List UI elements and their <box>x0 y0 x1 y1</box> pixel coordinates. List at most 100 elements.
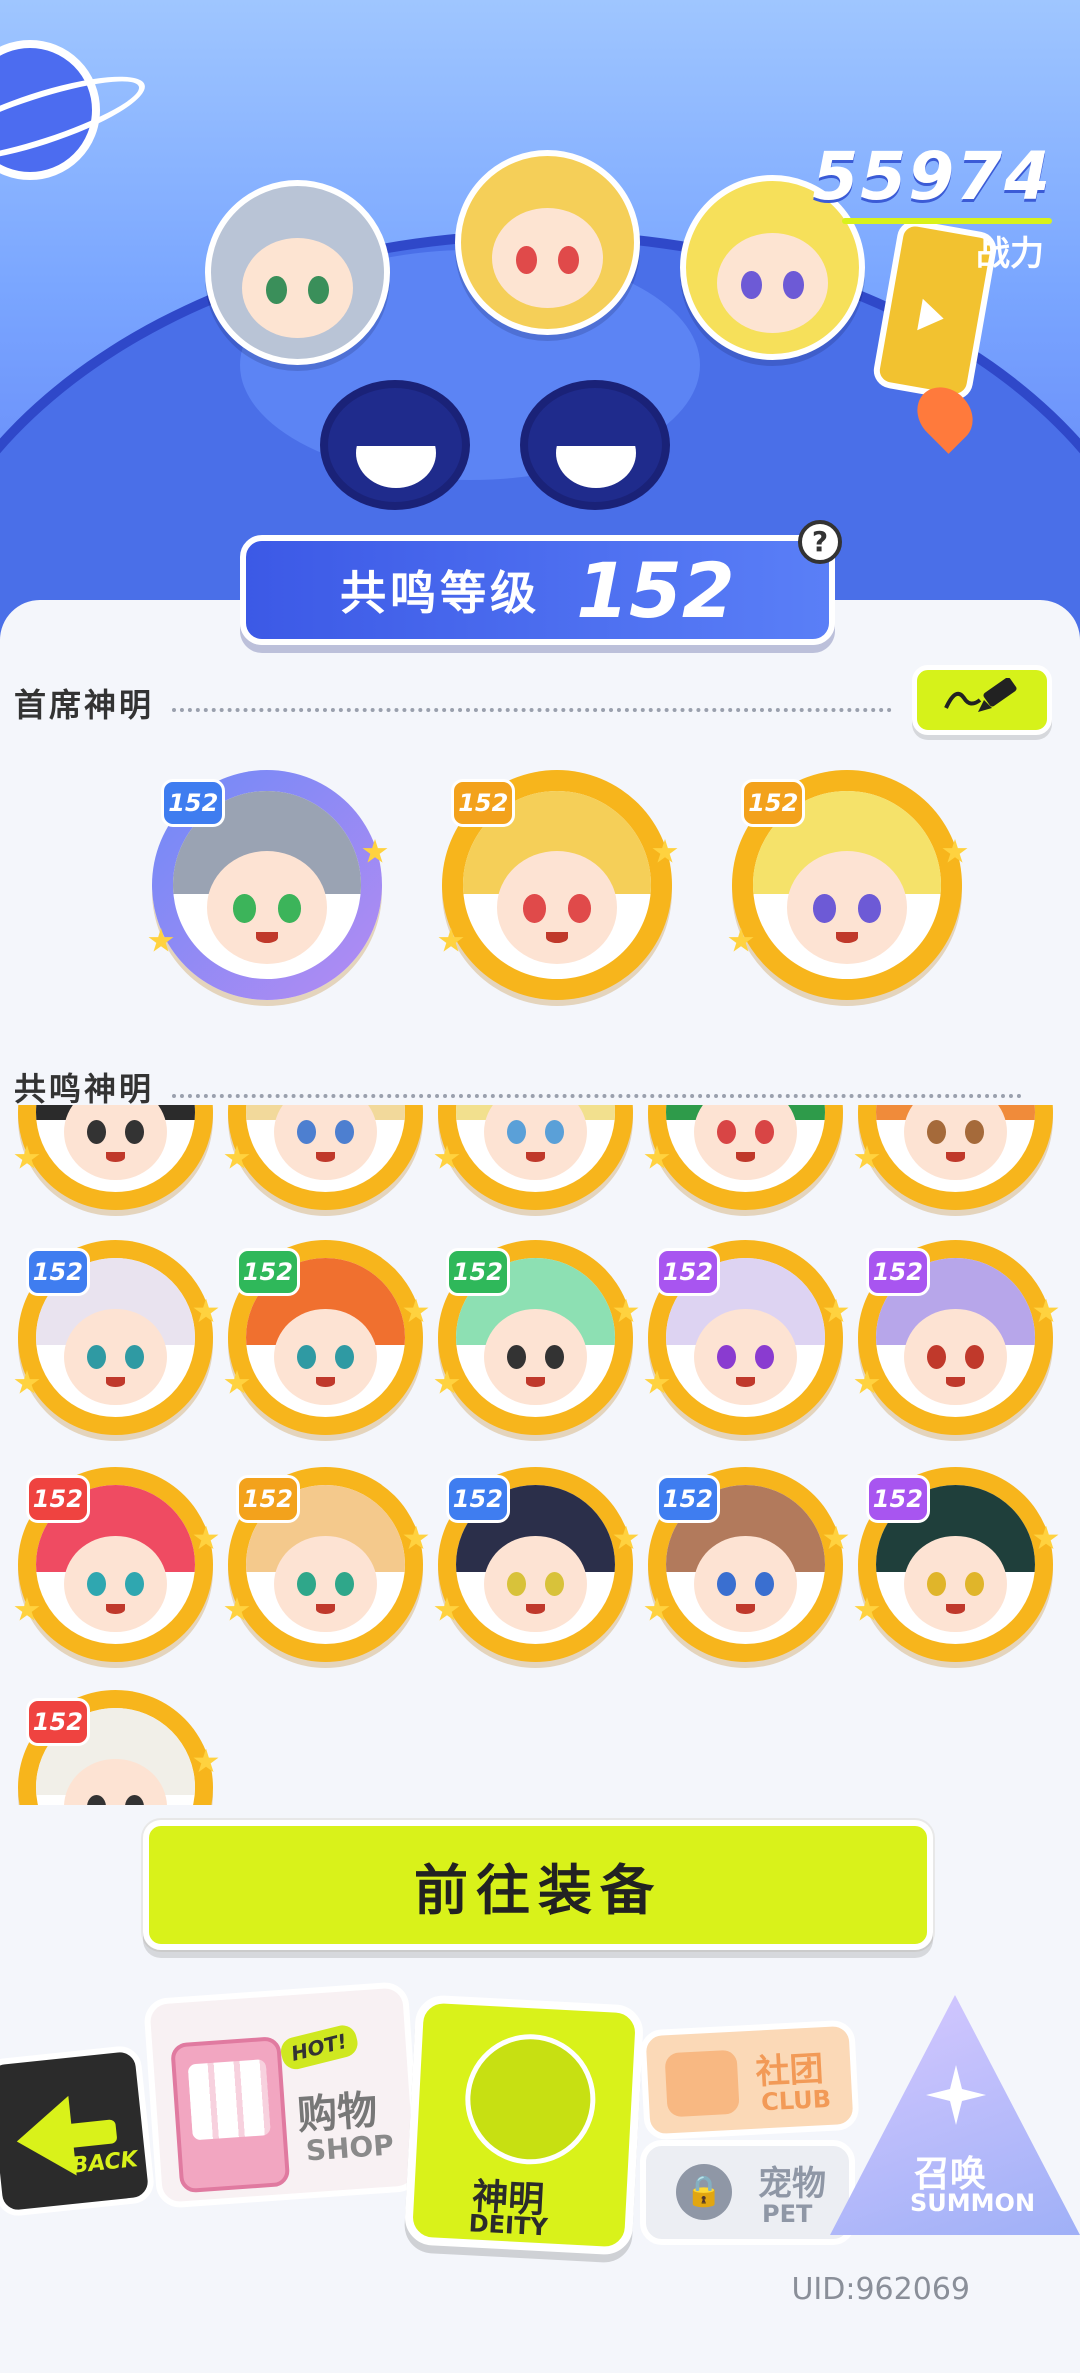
resonant-deity-portrait[interactable] <box>434 1105 633 1210</box>
level-badge: 152 <box>445 1474 510 1523</box>
nav-deity[interactable]: 神明 DEITY <box>403 1994 645 2256</box>
back-button[interactable]: BACK <box>0 2044 156 2218</box>
star-icon <box>613 1298 639 1323</box>
star-icon <box>14 1597 40 1621</box>
star-icon <box>652 839 678 863</box>
combat-power-label: 战力 <box>976 234 1044 274</box>
resonant-deity-portrait[interactable]: 152 <box>854 1240 1059 1435</box>
lead-divider <box>172 708 892 712</box>
level-badge: 152 <box>25 1697 90 1746</box>
edit-team-button[interactable] <box>912 665 1052 735</box>
star-icon <box>942 839 968 863</box>
star-icon <box>224 1145 250 1169</box>
star-icon <box>434 1597 460 1621</box>
star-icon <box>1033 1298 1059 1323</box>
level-badge: 152 <box>741 779 806 828</box>
resonant-deity-portrait[interactable]: 152 <box>14 1240 219 1435</box>
star-icon <box>14 1370 40 1394</box>
back-label: BACK <box>70 2147 139 2179</box>
club-bag-icon <box>664 2049 740 2118</box>
resonant-deities-title: 共鸣神明 <box>14 1070 155 1108</box>
resonance-level-banner: 共鸣等级 152 <box>240 535 835 645</box>
resonant-deity-portrait[interactable]: 152 <box>644 1467 849 1662</box>
hot-badge: HOT! <box>278 2022 361 2073</box>
lead-deity-portrait[interactable]: 152 <box>728 770 968 1000</box>
resonant-deity-portrait[interactable]: 152 <box>18 1690 219 1805</box>
star-icon <box>403 1525 429 1550</box>
resonant-deity-portrait[interactable]: 152 <box>644 1240 849 1435</box>
nav-deity-label-en: DEITY <box>468 2209 549 2242</box>
star-icon <box>854 1597 880 1621</box>
star-icon <box>193 1525 219 1550</box>
star-icon <box>823 1298 849 1323</box>
lead-deities-title: 首席神明 <box>14 686 155 724</box>
nav-shop[interactable]: HOT! 购物 SHOP <box>142 1981 423 2209</box>
star-icon <box>728 928 754 952</box>
resonant-deity-portrait[interactable]: 152 <box>434 1240 639 1435</box>
nav-pet-label-en: PET <box>762 2200 813 2228</box>
level-badge: 152 <box>235 1247 300 1296</box>
resonant-deity-portrait[interactable]: 152 <box>224 1240 429 1435</box>
resonant-deity-portrait[interactable]: 152 <box>224 1467 429 1662</box>
star-icon <box>854 1370 880 1394</box>
resonant-deity-portrait[interactable]: 152 <box>854 1467 1059 1662</box>
team-character-1[interactable] <box>205 180 390 365</box>
star-icon <box>644 1597 670 1621</box>
star-icon <box>644 1370 670 1394</box>
star-icon <box>14 1145 40 1169</box>
globe-eye-right <box>520 380 670 510</box>
go-to-equipment-button[interactable]: 前往装备 <box>143 1820 933 1950</box>
resonance-level-value: 152 <box>576 545 735 635</box>
star-icon <box>434 1145 460 1169</box>
star-icon <box>823 1525 849 1550</box>
star-icon <box>224 1370 250 1394</box>
star-icon <box>224 1597 250 1621</box>
team-character-2[interactable] <box>455 150 640 335</box>
star-icon <box>854 1145 880 1169</box>
level-badge: 152 <box>865 1247 930 1296</box>
level-badge: 152 <box>25 1474 90 1523</box>
level-badge: 152 <box>865 1474 930 1523</box>
resonant-deity-portrait[interactable] <box>644 1105 843 1210</box>
resonant-deity-portrait[interactable]: 152 <box>434 1467 639 1662</box>
level-badge: 152 <box>25 1247 90 1296</box>
help-icon[interactable]: ? <box>798 520 842 564</box>
nav-summon-label-en: SUMMON <box>910 2189 1036 2217</box>
star-icon <box>434 1370 460 1394</box>
level-badge: 152 <box>451 779 516 828</box>
level-badge: 152 <box>655 1247 720 1296</box>
level-badge: 152 <box>445 1247 510 1296</box>
star-icon <box>644 1145 670 1169</box>
level-badge: 152 <box>161 779 226 828</box>
star-icon <box>403 1298 429 1323</box>
star-icon <box>438 928 464 952</box>
user-id: UID:962069 <box>791 2272 970 2307</box>
planet-icon <box>0 40 100 180</box>
lock-icon: 🔒 <box>676 2164 732 2220</box>
nav-summon[interactable]: 召唤 SUMMON <box>830 1995 1080 2235</box>
deity-character-icon <box>462 2030 599 2168</box>
resonant-deity-portrait[interactable] <box>224 1105 423 1210</box>
combat-power-underline <box>842 218 1052 224</box>
lead-deity-portrait[interactable]: 152 <box>438 770 678 1000</box>
pencil-icon <box>944 678 1017 712</box>
star-icon <box>193 1748 219 1773</box>
star-icon <box>148 928 174 952</box>
nav-pet-label: 宠物 <box>758 2164 826 2204</box>
resonant-deity-portrait[interactable] <box>854 1105 1053 1210</box>
level-badge: 152 <box>235 1474 300 1523</box>
resonance-level-label: 共鸣等级 <box>340 566 541 620</box>
lead-deity-portrait[interactable]: 152 <box>148 770 388 1000</box>
nav-pet[interactable]: 🔒 宠物 PET <box>640 2140 855 2245</box>
resonant-divider <box>172 1094 1022 1098</box>
nav-shop-label-en: SHOP <box>304 2128 395 2168</box>
resonant-deity-portrait[interactable]: 152 <box>14 1467 219 1662</box>
vending-machine-icon <box>170 2036 291 2194</box>
globe-eye-left <box>320 380 470 510</box>
resonant-deity-grid: 152 152 152 152 152 152 152 152 152 152 152 <box>0 1105 1080 1805</box>
level-badge: 152 <box>655 1474 720 1523</box>
combat-power-value: 55974 <box>812 138 1052 215</box>
star-icon <box>613 1525 639 1550</box>
nav-club[interactable]: 社团 CLUB <box>639 2019 860 2141</box>
resonant-deity-portrait[interactable] <box>14 1105 213 1210</box>
